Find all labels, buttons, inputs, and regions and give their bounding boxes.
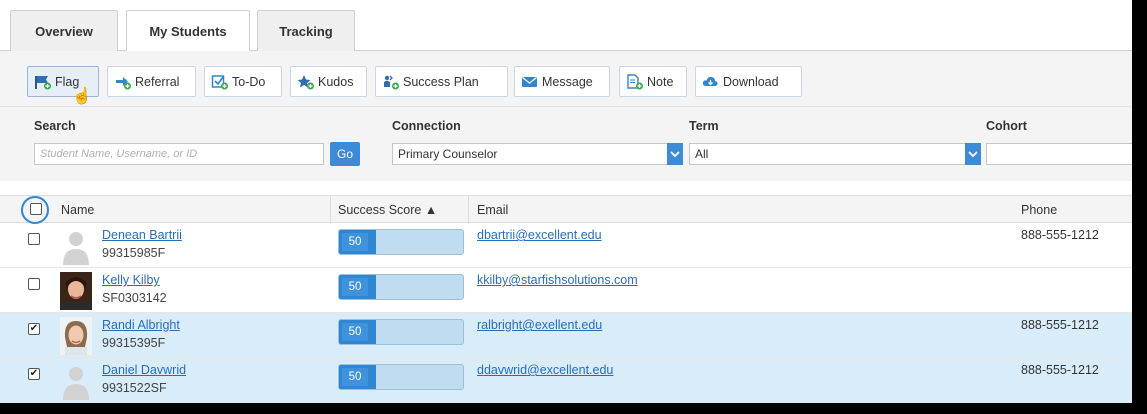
student-phone: 888-555-1212 [1021, 318, 1099, 332]
referral-label: Referral [135, 74, 180, 89]
hand-cursor-icon: ☝ [72, 88, 92, 105]
cohort-label: Cohort [986, 119, 1027, 133]
column-phone[interactable]: Phone [1021, 203, 1057, 217]
download-label: Download [723, 74, 779, 89]
search-input[interactable]: Student Name, Username, or ID [34, 143, 324, 165]
avatar [60, 272, 92, 310]
table-row[interactable]: Denean Bartrii 99315985F 50 dbartrii@excell… [0, 223, 1132, 268]
success-score-value: 50 [342, 323, 368, 341]
envelope-icon [521, 74, 539, 90]
student-phone: 888-555-1212 [1021, 363, 1099, 377]
connection-label: Connection [392, 119, 461, 133]
filter-panel: Search Student Name, Username, or ID Go … [0, 106, 1132, 181]
todo-button[interactable]: To-Do [204, 66, 282, 97]
success-score-value: 50 [342, 278, 368, 296]
tab-my-students[interactable]: My Students [126, 10, 250, 52]
search-label: Search [34, 119, 76, 133]
row-checkbox[interactable] [28, 233, 40, 245]
table-row[interactable]: ✔ Randi Albright 99315395F 50 ralbright@exel… [0, 313, 1132, 358]
success-plan-label: Success Plan [403, 74, 479, 89]
tab-tracking[interactable]: Tracking [257, 10, 355, 52]
student-email-link[interactable]: dbartrii@excellent.edu [477, 228, 602, 242]
kudos-button[interactable]: Kudos [290, 66, 367, 97]
go-button[interactable]: Go [330, 142, 360, 166]
download-button[interactable]: Download [695, 66, 802, 97]
success-score-bar: 50 [338, 319, 464, 345]
connection-value: Primary Counselor [398, 147, 498, 161]
avatar [60, 227, 92, 265]
student-id: 9931522SF [102, 381, 167, 395]
tab-bar: Overview My Students Tracking [0, 0, 1132, 52]
cloud-download-icon [702, 74, 720, 90]
student-name-link[interactable]: Denean Bartrii [102, 228, 182, 242]
student-phone: 888-555-1212 [1021, 228, 1099, 242]
select-all-checkbox[interactable] [30, 203, 42, 215]
table-header: Name Success Score ▲ Email Phone [0, 195, 1132, 224]
referral-button[interactable]: Referral [107, 66, 196, 97]
student-name-link[interactable]: Daniel Davwrid [102, 363, 186, 377]
action-toolbar: Flag Referral To-Do Kudos Success Plan M… [0, 51, 1132, 106]
success-plan-button[interactable]: Success Plan [375, 66, 508, 97]
table-row[interactable]: ✔ Daniel Davwrid 9931522SF 50 ddavwrid@excel… [0, 358, 1132, 403]
message-label: Message [542, 74, 593, 89]
term-label: Term [689, 119, 719, 133]
todo-label: To-Do [232, 74, 266, 89]
message-button[interactable]: Message [514, 66, 610, 97]
avatar [60, 317, 92, 355]
row-checkbox[interactable]: ✔ [28, 368, 40, 380]
student-name-link[interactable]: Randi Albright [102, 318, 180, 332]
chevron-down-icon [667, 143, 683, 165]
success-score-value: 50 [342, 368, 368, 386]
row-checkbox[interactable]: ✔ [28, 323, 40, 335]
student-id: 99315395F [102, 336, 166, 350]
flag-icon [34, 74, 52, 90]
referral-icon [114, 74, 132, 90]
column-email[interactable]: Email [477, 203, 508, 217]
search-placeholder: Student Name, Username, or ID [40, 148, 198, 160]
student-name-link[interactable]: Kelly Kilby [102, 273, 160, 287]
success-plan-icon [382, 74, 400, 90]
app-frame: Overview My Students Tracking Flag Refer… [0, 0, 1132, 403]
table-row[interactable]: Kelly Kilby SF0303142 50 kkilby@starfishsol… [0, 268, 1132, 313]
cohort-select[interactable] [986, 143, 1132, 165]
note-button[interactable]: Note [619, 66, 687, 97]
success-score-bar: 50 [338, 364, 464, 390]
kudos-label: Kudos [318, 74, 354, 89]
avatar [60, 362, 92, 400]
student-email-link[interactable]: kkilby@starfishsolutions.com [477, 273, 638, 287]
kudos-star-icon [297, 74, 315, 90]
row-checkbox[interactable] [28, 278, 40, 290]
connection-select[interactable]: Primary Counselor [392, 143, 683, 165]
column-success-score[interactable]: Success Score ▲ [338, 203, 437, 217]
tab-overview[interactable]: Overview [10, 10, 118, 52]
success-score-bar: 50 [338, 229, 464, 255]
term-select[interactable]: All [689, 143, 981, 165]
term-value: All [695, 147, 709, 161]
student-id: SF0303142 [102, 291, 167, 305]
todo-checkbox-icon [211, 74, 229, 90]
column-name[interactable]: Name [61, 203, 94, 217]
note-icon [626, 73, 644, 90]
chevron-down-icon [965, 143, 981, 165]
student-email-link[interactable]: ralbright@exellent.edu [477, 318, 602, 332]
success-score-bar: 50 [338, 274, 464, 300]
success-score-value: 50 [342, 233, 368, 251]
student-id: 99315985F [102, 246, 166, 260]
note-label: Note [647, 74, 674, 89]
student-email-link[interactable]: ddavwrid@excellent.edu [477, 363, 613, 377]
